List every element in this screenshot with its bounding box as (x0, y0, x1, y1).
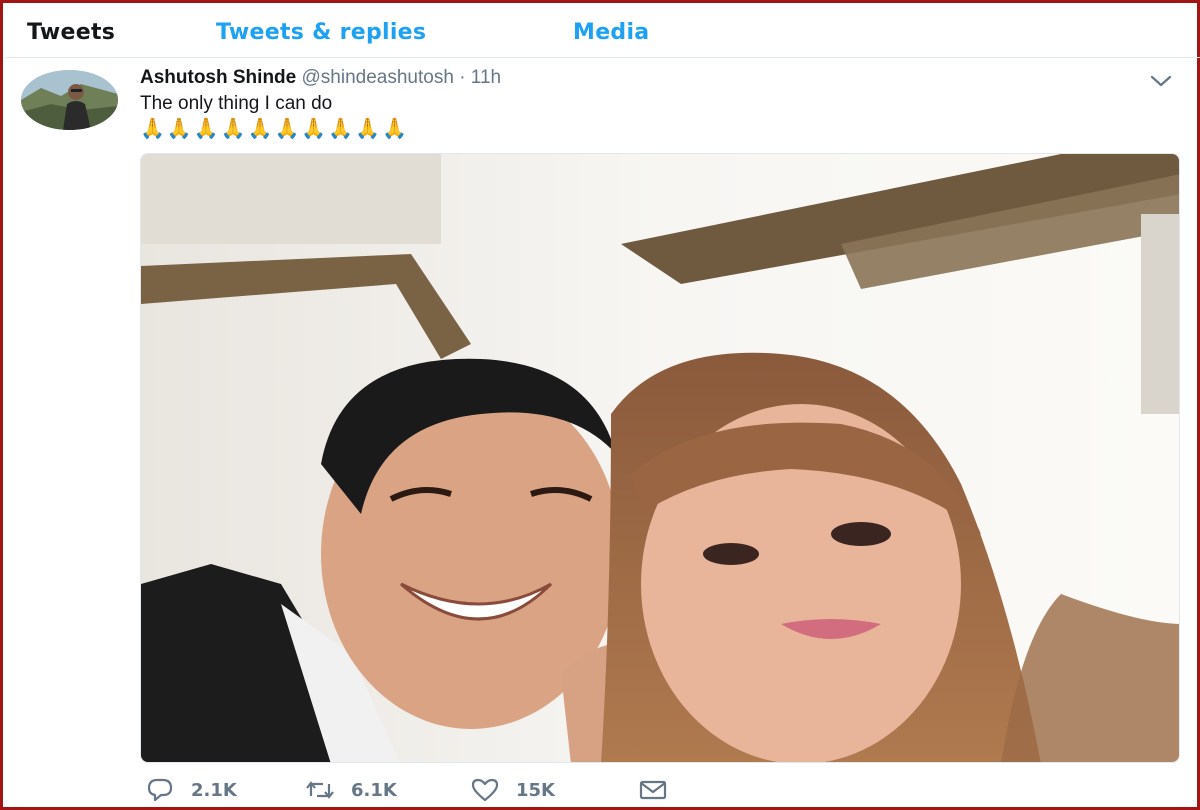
tweet-author-row: Ashutosh Shinde @shindeashutosh · 11h (140, 67, 501, 89)
retweet-icon (305, 775, 335, 805)
tweet-timestamp[interactable]: 11h (471, 67, 501, 88)
author-display-name[interactable]: Ashutosh Shinde (140, 67, 296, 88)
profile-tabs: Tweets Tweets & replies Media (6, 6, 1200, 58)
retweet-count: 6.1K (351, 779, 397, 801)
tweet-photo[interactable] (140, 153, 1180, 763)
like-count: 15K (516, 779, 555, 801)
screenshot-frame: Tweets Tweets & replies Media Ashutosh S… (0, 0, 1200, 810)
reply-button[interactable]: 2.1K (145, 775, 237, 805)
envelope-icon (638, 775, 668, 805)
avatar[interactable] (21, 70, 118, 130)
tweet-actions: 2.1K 6.1K 15K (140, 775, 740, 805)
author-handle[interactable]: @shindeashutosh (302, 67, 454, 88)
tweet-text: The only thing I can do (140, 93, 333, 114)
reply-count: 2.1K (191, 779, 237, 801)
tweet-emoji-row: 🙏🙏🙏🙏🙏🙏🙏🙏🙏🙏 (140, 118, 410, 140)
retweet-button[interactable]: 6.1K (305, 775, 397, 805)
reply-icon (145, 775, 175, 805)
heart-icon (470, 775, 500, 805)
tab-media[interactable]: Media (573, 20, 649, 45)
tab-tweets[interactable]: Tweets (27, 20, 115, 45)
separator-dot: · (459, 67, 466, 88)
chevron-down-icon[interactable] (1149, 73, 1173, 89)
like-button[interactable]: 15K (470, 775, 555, 805)
direct-message-button[interactable] (638, 775, 668, 805)
tab-tweets-and-replies[interactable]: Tweets & replies (216, 20, 426, 45)
